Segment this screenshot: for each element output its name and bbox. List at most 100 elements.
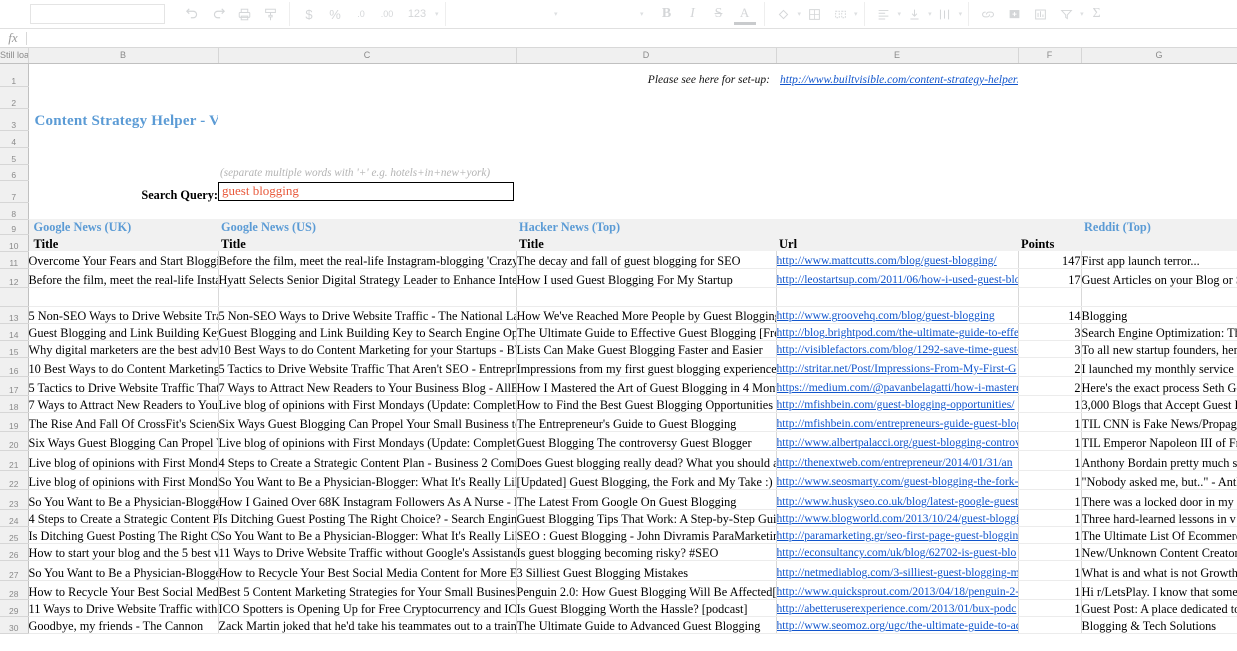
cell-g1[interactable] bbox=[1081, 63, 1237, 86]
cell-hacker-news-points[interactable]: 1 bbox=[1018, 509, 1082, 527]
cell-reddit-title[interactable]: 3,000 Blogs that Accept Guest P bbox=[1081, 395, 1237, 413]
result-url-link[interactable]: http://blog.brightpod.com/the-ultimate-g… bbox=[777, 326, 1018, 339]
undo-icon[interactable] bbox=[181, 3, 203, 25]
row-header-17[interactable]: 17 bbox=[0, 376, 29, 396]
cell-hacker-news-points[interactable]: 3 bbox=[1018, 323, 1082, 341]
cell-hacker-news-url[interactable]: http://www.mattcutts.com/blog/guest-blog… bbox=[776, 251, 1019, 269]
cell-c3[interactable] bbox=[218, 108, 516, 130]
cell-google-news-us-title[interactable]: 5 Tactics to Drive Website Traffic That … bbox=[218, 357, 517, 377]
cell-d3[interactable] bbox=[516, 108, 776, 130]
cell-hacker-news-title[interactable]: How We've Reached More People by Guest B… bbox=[516, 306, 777, 324]
cell-f4[interactable] bbox=[1018, 130, 1081, 147]
cell-b5[interactable] bbox=[28, 147, 218, 164]
cell-reddit-title[interactable]: Anthony Bordain pretty much s bbox=[1081, 450, 1237, 471]
cell-d7[interactable] bbox=[516, 180, 776, 202]
cell-g7[interactable] bbox=[1081, 180, 1237, 202]
strikethrough-icon[interactable]: S bbox=[708, 3, 730, 25]
cell-hacker-news-title[interactable]: Is guest blogging becoming risky? #SEO bbox=[516, 543, 777, 561]
result-url-link[interactable]: http://abetteruserexperience.com/2013/01… bbox=[777, 602, 1017, 615]
cell-hacker-news-points[interactable]: 1 bbox=[1018, 395, 1082, 413]
cell-hacker-news-url[interactable]: http://visiblefactors.com/blog/1292-save… bbox=[776, 340, 1019, 358]
row-header-10[interactable]: 10 bbox=[0, 234, 29, 252]
cell-f6[interactable] bbox=[1018, 164, 1081, 180]
row-header-8[interactable]: 8 bbox=[0, 202, 29, 220]
cell-reddit-title[interactable]: What is and what is not Growth bbox=[1081, 560, 1237, 581]
cell-google-news-us-title[interactable]: 5 Non-SEO Ways to Drive Website Traffic … bbox=[218, 306, 517, 324]
cell-e8[interactable] bbox=[776, 202, 1018, 219]
cell-hacker-news-points[interactable] bbox=[1018, 616, 1082, 634]
cell-hacker-news-title[interactable]: Lists Can Make Guest Blogging Faster and… bbox=[516, 340, 777, 358]
row-header-28[interactable]: 28 bbox=[0, 580, 29, 600]
insert-comment-icon[interactable] bbox=[1003, 3, 1025, 25]
cell-google-news-uk-title[interactable]: Six Ways Guest Blogging Can Propel Your bbox=[28, 431, 219, 451]
cell-reddit-title[interactable]: I launched my monthly service y bbox=[1081, 357, 1237, 377]
result-url-link[interactable]: http://stritar.net/Post/Impressions-From… bbox=[777, 362, 1017, 375]
row-header-13[interactable] bbox=[0, 287, 29, 307]
cell-hacker-news-url[interactable]: https://medium.com/@pavanbelagatti/how-i… bbox=[776, 376, 1019, 396]
cell-google-news-uk-title[interactable]: 5 Non-SEO Ways to Drive Website Traffic bbox=[28, 306, 219, 324]
percent-icon[interactable]: % bbox=[324, 3, 346, 25]
result-url-link[interactable]: http://leostartsup.com/2011/06/how-i-use… bbox=[777, 273, 1018, 286]
cell-hacker-news-title[interactable]: Guest Blogging Tips That Work: A Step-by… bbox=[516, 509, 777, 527]
cell-google-news-us-title[interactable]: Hyatt Selects Senior Digital Strategy Le… bbox=[218, 268, 517, 288]
cell-b6[interactable] bbox=[28, 164, 218, 180]
horizontal-align-icon[interactable] bbox=[873, 3, 895, 25]
cell-g6[interactable] bbox=[1081, 164, 1237, 180]
cell-hacker-news-title[interactable]: The Ultimate Guide to Effective Guest Bl… bbox=[516, 323, 777, 341]
cell-d4[interactable] bbox=[516, 130, 776, 147]
column-header-d[interactable]: D bbox=[516, 48, 777, 64]
row-header-9[interactable]: 9 bbox=[0, 219, 29, 235]
cell-google-news-uk-title[interactable]: 7 Ways to Attract New Readers to Your Bu bbox=[28, 395, 219, 413]
row-header-24[interactable]: 24 bbox=[0, 509, 29, 527]
result-url-link[interactable]: http://www.blogworld.com/2013/10/24/gues… bbox=[777, 512, 1018, 525]
cell-hacker-news-points[interactable]: 1 bbox=[1018, 431, 1082, 451]
cell-d1[interactable]: Please see here for set-up: bbox=[516, 63, 776, 86]
result-url-link[interactable]: https://medium.com/@pavanbelagatti/how-i… bbox=[777, 381, 1018, 394]
insert-chart-icon[interactable] bbox=[1029, 3, 1051, 25]
currency-icon[interactable]: $ bbox=[298, 3, 320, 25]
cell-hacker-news-title[interactable]: 3 Silliest Guest Blogging Mistakes bbox=[516, 560, 777, 581]
result-url-link[interactable]: http://econsultancy.com/uk/blog/62702-is… bbox=[777, 546, 1017, 559]
cell-hacker-news-url[interactable]: http://netmediablog.com/3-silliest-guest… bbox=[776, 560, 1019, 581]
cell-f1[interactable] bbox=[1018, 63, 1081, 86]
cell-hacker-news-title[interactable] bbox=[516, 287, 777, 307]
column-header-c[interactable]: C bbox=[218, 48, 517, 64]
formula-input[interactable] bbox=[27, 29, 1237, 47]
cell-google-news-us-title[interactable]: How to Recycle Your Best Social Media Co… bbox=[218, 560, 517, 581]
cell-reddit-title[interactable]: Hi r/LetsPlay. I know that some bbox=[1081, 580, 1237, 600]
cell-google-news-uk-title[interactable]: Guest Blogging and Link Building Key to … bbox=[28, 323, 219, 341]
row-header-25[interactable]: 25 bbox=[0, 526, 29, 544]
cell-g8[interactable] bbox=[1081, 202, 1237, 219]
cell-b4[interactable] bbox=[28, 130, 218, 147]
cell-d6[interactable] bbox=[516, 164, 776, 180]
cell-reddit-title[interactable]: Blogging & Tech Solutions bbox=[1081, 616, 1237, 634]
cell-f5[interactable] bbox=[1018, 147, 1081, 164]
column-header-f[interactable]: F bbox=[1018, 48, 1082, 64]
cell-google-news-us-title[interactable]: Guest Blogging and Link Building Key to … bbox=[218, 323, 517, 341]
cell-hacker-news-url[interactable]: http://leostartsup.com/2011/06/how-i-use… bbox=[776, 268, 1019, 288]
cell-c5[interactable] bbox=[218, 147, 516, 164]
filter-chevron-down-icon[interactable]: ▾ bbox=[1080, 10, 1084, 18]
cell-reddit-title[interactable]: Here's the exact process Seth Go bbox=[1081, 376, 1237, 396]
cell-google-news-uk-title[interactable]: So You Want to Be a Physician-Blogger: W bbox=[28, 489, 219, 510]
fill-color-chevron-down-icon[interactable]: ▾ bbox=[798, 10, 802, 18]
cell-reddit-title[interactable]: To all new startup founders, her bbox=[1081, 340, 1237, 358]
result-url-link[interactable]: http://www.mattcutts.com/blog/guest-blog… bbox=[777, 254, 997, 267]
cell-hacker-news-url[interactable]: http://www.seomoz.org/ugc/the-ultimate-g… bbox=[776, 616, 1019, 634]
cell-google-news-uk-title[interactable]: So You Want to Be a Physician-Blogger: W bbox=[28, 560, 219, 581]
row-header-18[interactable]: 18 bbox=[0, 395, 29, 413]
row-header-23[interactable]: 23 bbox=[0, 489, 29, 510]
cell-f7[interactable] bbox=[1018, 180, 1081, 202]
row-header-7[interactable]: 7 bbox=[0, 180, 29, 203]
cell-hacker-news-url[interactable]: http://abetteruserexperience.com/2013/01… bbox=[776, 599, 1019, 617]
cell-google-news-uk-title[interactable]: 10 Best Ways to do Content Marketing for bbox=[28, 357, 219, 377]
row-header-19[interactable]: 19 bbox=[0, 412, 29, 432]
cell-e4[interactable] bbox=[776, 130, 1018, 147]
cell-e6[interactable] bbox=[776, 164, 1018, 180]
cell-c6[interactable]: (separate multiple words with '+' e.g. h… bbox=[218, 164, 516, 180]
cell-google-news-us-title[interactable]: Before the film, meet the real-life Inst… bbox=[218, 251, 517, 269]
cell-hacker-news-url[interactable]: http://stritar.net/Post/Impressions-From… bbox=[776, 357, 1019, 377]
cell-reddit-title[interactable]: Search Engine Optimization: Th bbox=[1081, 323, 1237, 341]
cell-google-news-uk-title[interactable]: Live blog of opinions with First Mondays… bbox=[28, 450, 219, 471]
cell-reddit-title[interactable]: Guest Articles on your Blog or S bbox=[1081, 268, 1237, 288]
